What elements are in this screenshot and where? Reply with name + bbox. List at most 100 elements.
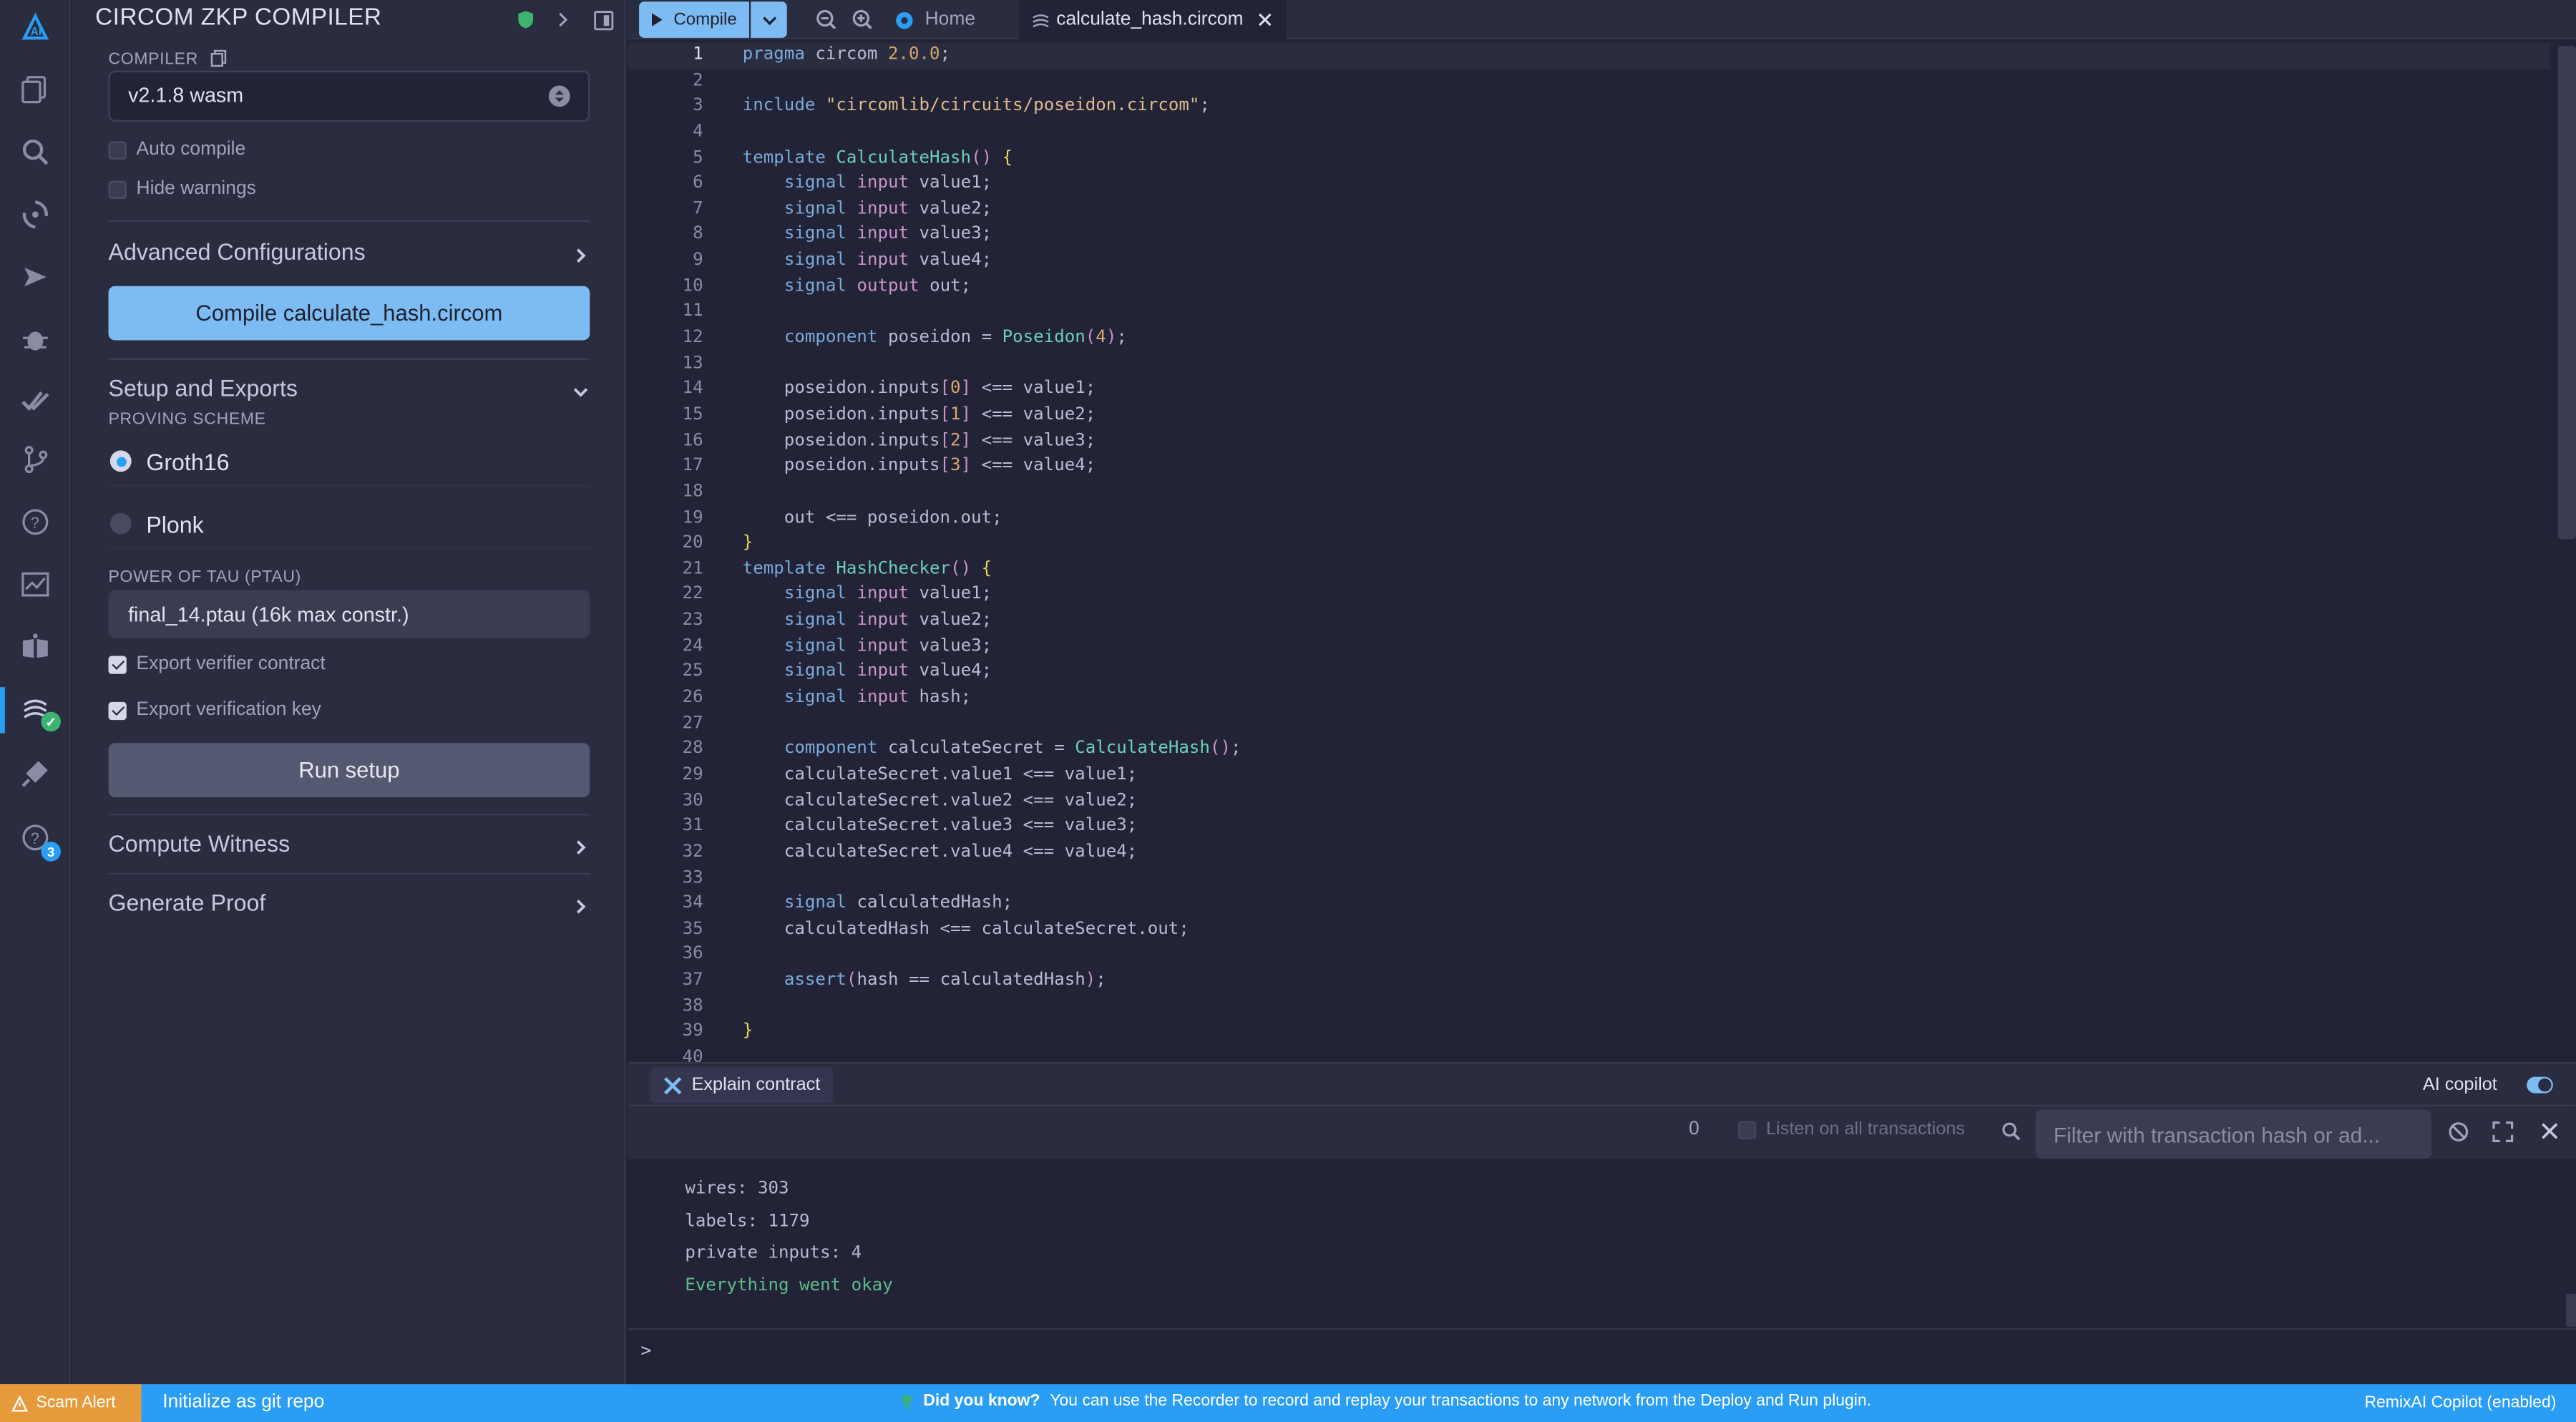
code-line[interactable]: 11	[628, 300, 2550, 326]
initialize-git-link[interactable]: Initialize as git repo	[162, 1393, 324, 1413]
code-line[interactable]: 38	[628, 994, 2550, 1020]
code-line[interactable]: 26 signal input hash;	[628, 686, 2550, 711]
compile-file-button[interactable]: Compile calculate_hash.circom	[108, 286, 590, 341]
plonk-radio-button[interactable]	[109, 512, 132, 535]
dock-panel-icon[interactable]	[590, 6, 616, 33]
code-line[interactable]: 13	[628, 351, 2550, 377]
setup-exports-toggle[interactable]: Setup and Exports	[109, 375, 590, 411]
code-line[interactable]: 3 include "circomlib/circuits/poseidon.ci…	[628, 94, 2550, 120]
compute-witness-toggle[interactable]: Compute Witness	[109, 830, 590, 867]
code-line[interactable]: 8 signal input value3;	[628, 223, 2550, 248]
export-key-box[interactable]	[108, 701, 127, 719]
code-line[interactable]: 20}	[628, 531, 2550, 557]
run-setup-button[interactable]: Run setup	[108, 743, 590, 798]
remix-logo-icon[interactable]: AI	[13, 5, 56, 48]
code-line[interactable]: 32 calculateSecret.value4 <== value4;	[628, 839, 2550, 865]
ptau-select[interactable]: final_14.ptau (16k max constr.)	[108, 590, 590, 638]
code-line[interactable]: 21 template HashChecker() {	[628, 557, 2550, 583]
file-explorer-icon[interactable]	[13, 67, 56, 110]
code-line[interactable]: 4	[628, 120, 2550, 146]
code-line[interactable]: 25 signal input value4;	[628, 660, 2550, 686]
zoom-out-icon[interactable]	[811, 5, 841, 34]
editor-scrollbar[interactable]	[2557, 46, 2576, 540]
radio-plonk[interactable]: Plonk	[108, 500, 590, 550]
code-line[interactable]: 24 signal input value3;	[628, 634, 2550, 660]
code-line[interactable]: 35 calculatedHash <== calculateSecret.ou…	[628, 917, 2550, 943]
solidity-compiler-icon[interactable]	[13, 193, 56, 235]
code-line[interactable]: 9 signal input value4;	[628, 248, 2550, 274]
shield-icon[interactable]	[512, 6, 539, 33]
code-line[interactable]: 30 calculateSecret.value2 <== value2;	[628, 789, 2550, 814]
help-icon[interactable]: ?	[13, 500, 56, 542]
code-line[interactable]: 34 signal calculatedHash;	[628, 891, 2550, 917]
compile-button[interactable]: Compile	[639, 1, 749, 38]
code-line[interactable]: 2	[628, 69, 2550, 94]
close-terminal-icon[interactable]	[2540, 1121, 2560, 1141]
listen-all-box[interactable]	[1738, 1120, 1757, 1139]
code-line[interactable]: 37 assert(hash == calculatedHash);	[628, 968, 2550, 994]
code-line[interactable]: 27	[628, 711, 2550, 737]
groth16-radio-button[interactable]	[109, 450, 132, 472]
hide-warnings-box[interactable]	[108, 180, 127, 198]
export-key-checkbox[interactable]: Export verification key	[108, 697, 321, 724]
advanced-configurations-toggle[interactable]: Advanced Configurations	[109, 238, 590, 275]
code-line[interactable]: 33	[628, 865, 2550, 891]
auto-compile-box[interactable]	[108, 140, 127, 159]
circom-file-icon	[1032, 11, 1050, 29]
code-line[interactable]: 23 signal input value2;	[628, 608, 2550, 634]
code-line[interactable]: 6 signal input value1;	[628, 171, 2550, 197]
code-line[interactable]: 18	[628, 480, 2550, 506]
debugger-icon[interactable]	[13, 317, 56, 360]
explain-contract-button[interactable]: Explain contract	[650, 1066, 834, 1104]
code-line[interactable]: 40	[628, 1046, 2550, 1062]
terminal-prompt-row[interactable]: >	[628, 1328, 2576, 1385]
listen-all-checkbox[interactable]: Listen on all transactions	[1738, 1119, 1965, 1139]
unit-test-icon[interactable]	[13, 380, 56, 423]
expand-icon[interactable]	[2492, 1121, 2514, 1143]
code-line[interactable]: 7 signal input value2;	[628, 197, 2550, 223]
compiler-version-select[interactable]: v2.1.8 wasm	[108, 70, 590, 122]
code-line[interactable]: 19 out <== poseidon.out;	[628, 505, 2550, 531]
tab-calculate-hash[interactable]: calculate_hash.circom	[1018, 0, 1287, 40]
export-verifier-box[interactable]	[108, 655, 127, 673]
close-icon[interactable]	[1257, 11, 1273, 28]
code-line[interactable]: 22 signal input value1;	[628, 583, 2550, 608]
ai-copilot-toggle[interactable]	[2527, 1076, 2553, 1094]
copy-icon[interactable]	[210, 49, 228, 72]
transaction-filter-input[interactable]	[2035, 1109, 2431, 1159]
hide-warnings-checkbox[interactable]: Hide warnings	[108, 176, 256, 203]
code-line[interactable]: 29 calculateSecret.value1 <== value1;	[628, 763, 2550, 789]
code-lines[interactable]: 1 pragma circom 2.0.0; 2 3 include "circomli…	[628, 42, 2550, 1062]
search-icon[interactable]	[13, 130, 56, 172]
code-line[interactable]: 17 poseidon.inputs[3] <== value4;	[628, 454, 2550, 480]
git-icon[interactable]	[13, 437, 56, 480]
code-line[interactable]: 15 poseidon.inputs[1] <== value2;	[628, 403, 2550, 429]
code-line[interactable]: 10 signal output out;	[628, 274, 2550, 300]
zoom-in-icon[interactable]	[848, 5, 877, 34]
tab-home[interactable]: Home	[894, 0, 975, 39]
code-line[interactable]: 1 pragma circom 2.0.0;	[628, 42, 2550, 69]
deploy-run-icon[interactable]	[13, 255, 56, 298]
code-line[interactable]: 12 component poseidon = Poseidon(4);	[628, 326, 2550, 351]
radio-groth16[interactable]: Groth16	[108, 437, 590, 487]
plugin-manager-icon[interactable]	[13, 751, 56, 794]
generate-proof-toggle[interactable]: Generate Proof	[109, 890, 590, 926]
remix-ai-status[interactable]: RemixAI Copilot (enabled)	[2364, 1394, 2556, 1412]
solidity-analyzers-icon[interactable]	[13, 563, 56, 605]
code-line[interactable]: 16 poseidon.inputs[2] <== value3;	[628, 429, 2550, 454]
code-line[interactable]: 28 component calculateSecret = Calculate…	[628, 737, 2550, 763]
code-line[interactable]: 5 template CalculateHash() {	[628, 145, 2550, 171]
auto-compile-checkbox[interactable]: Auto compile	[108, 137, 245, 163]
compile-options-dropdown[interactable]	[751, 1, 787, 38]
scam-alert-button[interactable]: Scam Alert	[0, 1384, 142, 1422]
terminal-scrollbar[interactable]	[2566, 1293, 2576, 1327]
code-line[interactable]: 31 calculateSecret.value3 <== value3;	[628, 814, 2550, 840]
code-editor[interactable]: 1 pragma circom 2.0.0; 2 3 include "circomli…	[628, 39, 2576, 1062]
chevron-right-icon[interactable]	[550, 6, 577, 33]
code-line[interactable]: 39}	[628, 1020, 2550, 1046]
export-verifier-checkbox[interactable]: Export verifier contract	[108, 651, 326, 678]
learneth-icon[interactable]	[13, 625, 56, 668]
clear-console-icon[interactable]	[2448, 1121, 2469, 1143]
code-line[interactable]: 36	[628, 943, 2550, 968]
code-line[interactable]: 14 poseidon.inputs[0] <== value1;	[628, 377, 2550, 403]
